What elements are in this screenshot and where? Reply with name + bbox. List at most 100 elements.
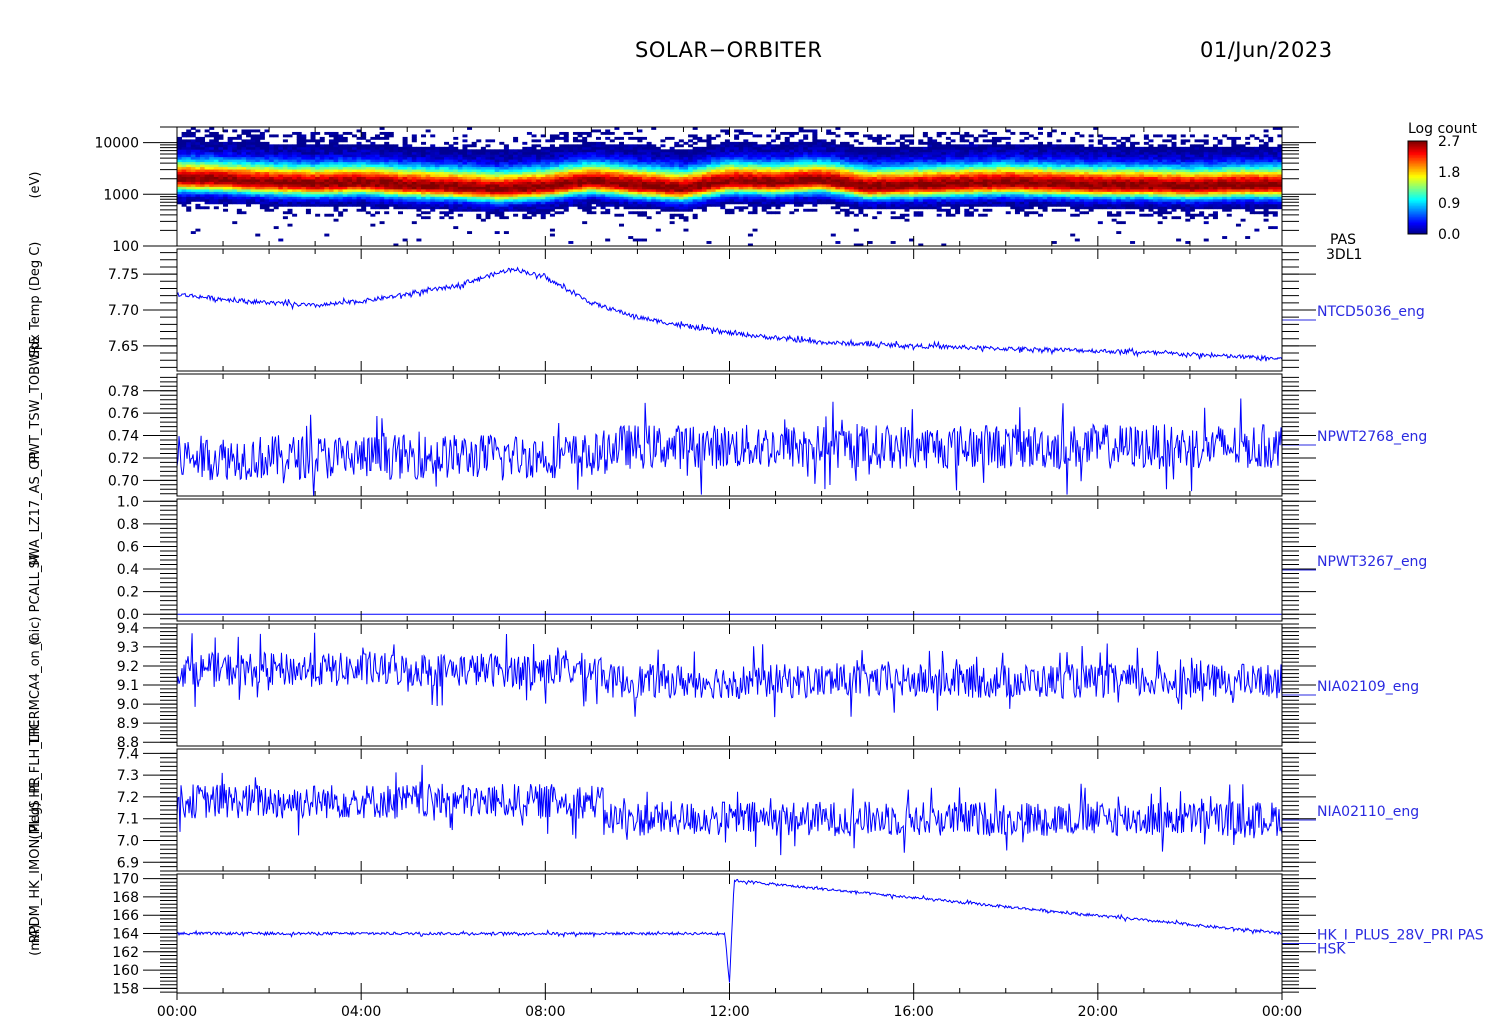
heatmap-cell (227, 181, 233, 185)
heatmap-cell (485, 176, 491, 180)
heatmap-cell (895, 203, 901, 207)
heatmap-cell (812, 146, 818, 150)
heatmap-cell (365, 176, 371, 180)
heatmap-cell (932, 193, 938, 197)
heatmap-cell (964, 169, 970, 173)
heatmap-cell (301, 161, 307, 165)
heatmap-cell (660, 208, 666, 212)
heatmap-cell (246, 186, 252, 190)
heatmap-cell (591, 171, 597, 175)
heatmap-cell (605, 179, 611, 182)
heatmap-cell (858, 184, 864, 187)
heatmap-cell (655, 146, 661, 150)
heatmap-cell (858, 156, 864, 160)
heatmap-cell (789, 156, 795, 160)
heatmap-cell (393, 201, 399, 205)
heatmap-cell (950, 171, 956, 175)
heatmap-cell (936, 179, 942, 182)
heatmap-cell (904, 149, 910, 153)
heatmap-cell (605, 144, 611, 148)
heatmap-cell (614, 171, 620, 175)
stacked-plot: PAS3DL1100001000100NTCD5036_eng7.757.707… (28, 121, 1484, 1020)
heatmap-cell (200, 154, 206, 158)
heatmap-cell (936, 193, 942, 197)
heatmap-cell (738, 198, 744, 202)
heatmap-cell (798, 198, 804, 202)
heatmap-cell (324, 213, 330, 217)
heatmap-cell (379, 159, 385, 163)
heatmap-cell (476, 186, 482, 190)
heatmap-cell (964, 179, 970, 182)
heatmap-cell (766, 141, 772, 145)
heatmap-cell (683, 174, 689, 177)
heatmap-cell (876, 191, 882, 195)
heatmap-cell (494, 196, 500, 200)
heatmap-cell (623, 161, 629, 165)
heatmap-cell (890, 159, 896, 163)
heatmap-cell (821, 188, 827, 192)
heatmap-cell (872, 136, 878, 140)
heatmap-cell (582, 136, 588, 140)
heatmap-cell (637, 206, 643, 210)
heatmap-cell (554, 151, 560, 155)
heatmap-cell (338, 213, 344, 217)
heatmap-cell (798, 141, 804, 145)
heatmap-cell (333, 218, 339, 222)
heatmap-cell (236, 169, 242, 173)
heatmap-cell (812, 129, 818, 133)
heatmap-cell (425, 174, 431, 177)
heatmap-cell (402, 206, 408, 210)
heatmap-cell (480, 174, 486, 177)
heatmap-cell (232, 159, 238, 163)
heatmap-cell (623, 151, 629, 155)
heatmap-cell (232, 154, 238, 158)
heatmap-cell (826, 144, 832, 148)
heatmap-cell (899, 154, 905, 158)
heatmap-cell (941, 176, 947, 180)
heatmap-cell (927, 166, 933, 170)
heatmap-cell (651, 159, 657, 163)
heatmap-cell (273, 169, 279, 173)
heatmap-cell (881, 203, 887, 207)
heatmap-cell (402, 203, 408, 207)
heatmap-cell (853, 156, 859, 160)
heatmap-cell (190, 198, 196, 202)
heatmap-cell (655, 159, 661, 163)
heatmap-cell (425, 188, 431, 192)
heatmap-cell (826, 191, 832, 195)
heatmap-cell (941, 171, 947, 175)
heatmap-cell (904, 186, 910, 190)
heatmap-cell (890, 164, 896, 168)
heatmap-cell (255, 144, 261, 148)
heatmap-cell (950, 184, 956, 187)
heatmap-cell (932, 159, 938, 163)
heatmap-cell (347, 166, 353, 170)
heatmap-cell (932, 174, 938, 177)
heatmap-cell (706, 191, 712, 195)
heatmap-cell (789, 211, 795, 215)
heatmap-cell (715, 203, 721, 207)
heatmap-cell (913, 201, 919, 205)
heatmap-cell (246, 151, 252, 155)
heatmap-cell (812, 201, 818, 205)
heatmap-cell (278, 171, 284, 175)
heatmap-cell (780, 188, 786, 192)
heatmap-cell (200, 198, 206, 202)
heatmap-cell (241, 164, 247, 168)
heatmap-cell (227, 136, 233, 140)
heatmap-cell (623, 146, 629, 150)
heatmap-cell (955, 196, 961, 200)
heatmap-cell (195, 169, 201, 173)
heatmap-cell (485, 196, 491, 200)
heatmap-cell (282, 181, 288, 185)
heatmap-cell (554, 166, 560, 170)
heatmap-cell (595, 161, 601, 165)
heatmap-cell (190, 186, 196, 190)
heatmap-cell (706, 196, 712, 200)
heatmap-cell (467, 186, 473, 190)
heatmap-cell (844, 176, 850, 180)
heatmap-cell (448, 198, 454, 202)
heatmap-cell (269, 186, 275, 190)
heatmap-cell (453, 141, 459, 145)
heatmap-cell (793, 146, 799, 150)
